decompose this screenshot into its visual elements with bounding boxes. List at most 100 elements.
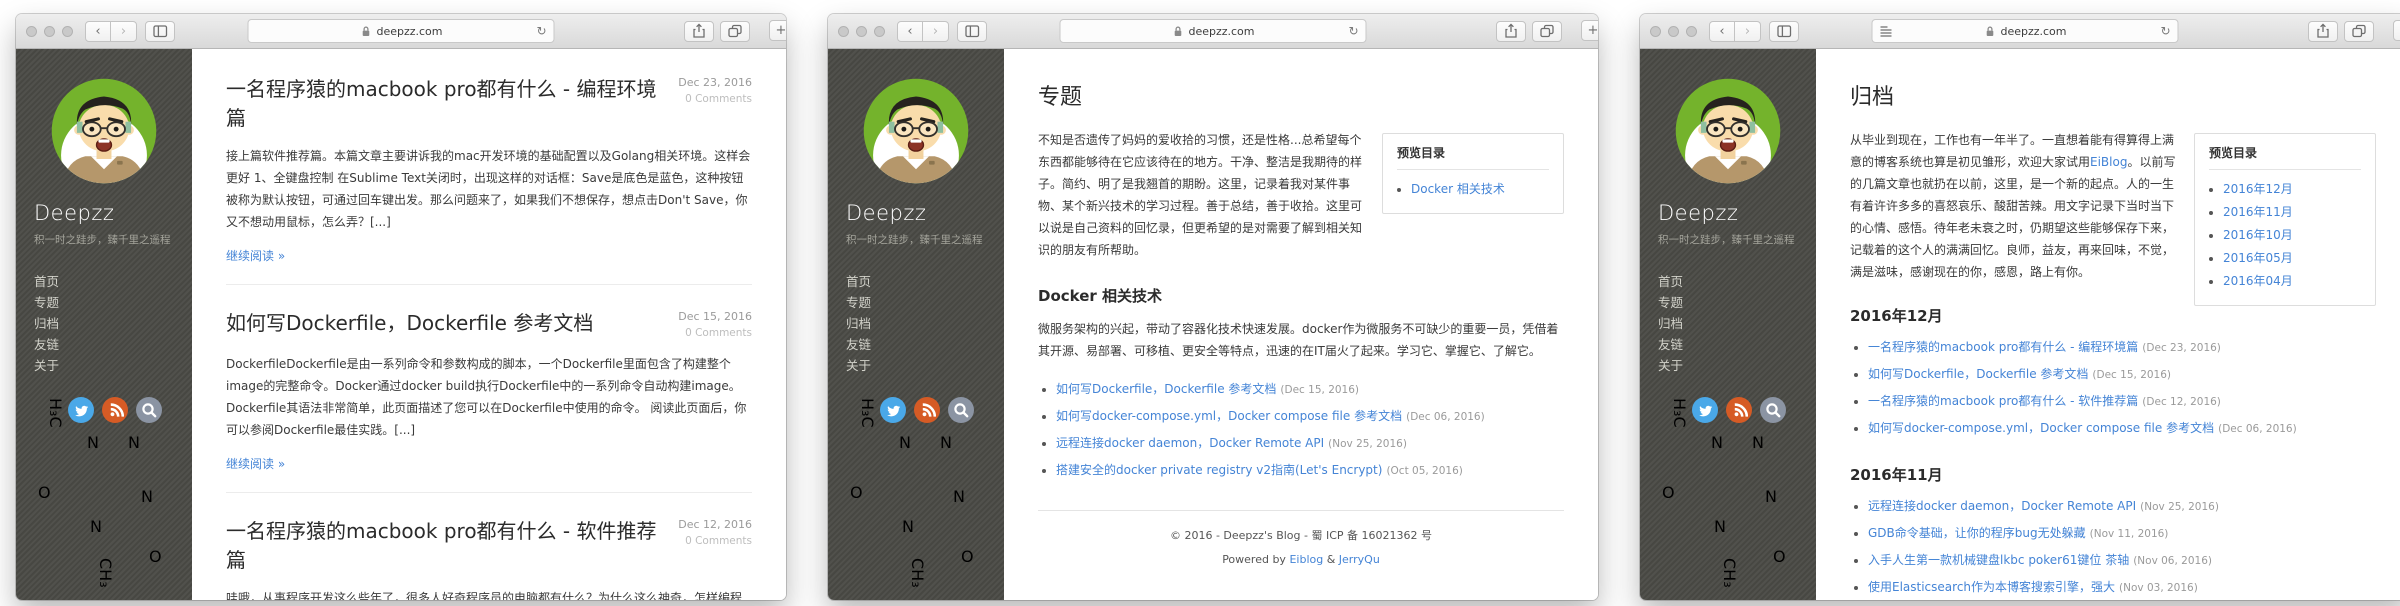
avatar[interactable] — [860, 75, 972, 187]
new-tab-button[interactable]: + — [769, 20, 786, 41]
post-date: (Nov 03, 2016) — [2119, 582, 2198, 594]
toc-link[interactable]: Docker 相关技术 — [1411, 182, 1505, 196]
toc-link[interactable]: 2016年05月 — [2223, 251, 2293, 265]
toc-link[interactable]: 2016年11月 — [2223, 205, 2293, 219]
post-link[interactable]: GDB命令基础，让你的程序bug无处躲藏 — [1868, 526, 2086, 540]
post-date: (Dec 06, 2016) — [1406, 411, 1485, 423]
sidebar-item-links[interactable]: 友链 — [1658, 334, 1816, 355]
blog-tagline: 积一时之跬步，臻千里之遥程 — [34, 232, 192, 247]
search-icon[interactable] — [1760, 397, 1786, 423]
sidebar-item-about[interactable]: 关于 — [1658, 355, 1816, 376]
refresh-icon[interactable]: ↻ — [2160, 24, 2170, 38]
eiblog-link[interactable]: EiBlog — [2090, 155, 2127, 169]
preview-toc: 预览目录 Docker 相关技术 — [1382, 133, 1564, 214]
post-link[interactable]: 搭建安全的docker private registry v2指南(Let's … — [1056, 463, 1382, 477]
toc-link[interactable]: 2016年10月 — [2223, 228, 2293, 242]
sidebar-item-home[interactable]: 首页 — [846, 271, 1004, 292]
toc-link[interactable]: 2016年04月 — [2223, 274, 2293, 288]
zoom-window-button[interactable] — [62, 26, 73, 37]
sidebar-toggle-button[interactable] — [145, 21, 175, 42]
month-heading: 2016年12月 — [1850, 305, 2376, 326]
zoom-window-button[interactable] — [874, 26, 885, 37]
zoom-window-button[interactable] — [1686, 26, 1697, 37]
sidebar-item-about[interactable]: 关于 — [846, 355, 1004, 376]
share-button[interactable] — [684, 21, 714, 42]
share-button[interactable] — [1496, 21, 1526, 42]
sidebar-item-links[interactable]: 友链 — [846, 334, 1004, 355]
jerryqu-link[interactable]: JerryQu — [1339, 553, 1380, 566]
read-more-link[interactable]: 继续阅读 » — [226, 247, 285, 264]
post-link[interactable]: 如何写docker-compose.yml，Docker compose fil… — [1868, 421, 2214, 435]
share-button[interactable] — [2308, 21, 2338, 42]
show-all-tabs-button[interactable] — [720, 21, 750, 42]
close-window-button[interactable] — [1650, 26, 1661, 37]
post-link[interactable]: 如何写Dockerfile，Dockerfile 参考文档 — [1868, 367, 2088, 381]
new-tab-button[interactable]: + — [2393, 20, 2400, 41]
minimize-window-button[interactable] — [44, 26, 55, 37]
minimize-window-button[interactable] — [1668, 26, 1679, 37]
post-link[interactable]: 远程连接docker daemon，Docker Remote API — [1056, 436, 1324, 450]
post-comments[interactable]: 0 Comments — [678, 535, 752, 547]
post-title[interactable]: 如何写Dockerfile，Dockerfile 参考文档 — [226, 307, 678, 336]
post-comments[interactable]: 0 Comments — [678, 93, 752, 105]
minimize-window-button[interactable] — [856, 26, 867, 37]
refresh-icon[interactable]: ↻ — [1348, 24, 1358, 38]
twitter-icon[interactable] — [880, 397, 906, 423]
sidebar-item-topics[interactable]: 专题 — [1658, 292, 1816, 313]
avatar[interactable] — [1672, 75, 1784, 187]
post-title[interactable]: 一名程序猿的macbook pro都有什么 - 软件推荐篇 — [226, 515, 678, 573]
search-icon[interactable] — [948, 397, 974, 423]
new-tab-button[interactable]: + — [1581, 20, 1598, 41]
post-link[interactable]: 一名程序猿的macbook pro都有什么 - 软件推荐篇 — [1868, 394, 2138, 408]
back-button[interactable]: ‹ — [85, 21, 111, 42]
sidebar-toggle-button[interactable] — [957, 21, 987, 42]
search-icon[interactable] — [136, 397, 162, 423]
sidebar-item-archives[interactable]: 归档 — [34, 313, 192, 334]
refresh-icon[interactable]: ↻ — [536, 24, 546, 38]
address-bar[interactable]: deepzz.com ↻ — [1872, 19, 2179, 43]
topics-page: 专题 预览目录 Docker 相关技术 不知是否遗传了妈妈的爱收拾的习惯，还是性… — [1004, 49, 1598, 600]
post-link[interactable]: 如何写Dockerfile，Dockerfile 参考文档 — [1056, 382, 1276, 396]
toc-link[interactable]: 2016年12月 — [2223, 182, 2293, 196]
sidebar-item-topics[interactable]: 专题 — [34, 292, 192, 313]
show-all-tabs-button[interactable] — [1532, 21, 1562, 42]
post-link[interactable]: 如何写docker-compose.yml，Docker compose fil… — [1056, 409, 1402, 423]
post-link[interactable]: 远程连接docker daemon，Docker Remote API — [1868, 499, 2136, 513]
rss-icon[interactable] — [914, 397, 940, 423]
post-comments[interactable]: 0 Comments — [678, 327, 752, 339]
post-link[interactable]: 入手人生第一款机械键盘lkbc poker61键位 茶轴 — [1868, 553, 2129, 567]
read-more-link[interactable]: 继续阅读 » — [226, 455, 285, 472]
post-date: (Dec 23, 2016) — [2142, 342, 2221, 354]
sidebar-item-links[interactable]: 友链 — [34, 334, 192, 355]
twitter-icon[interactable] — [1692, 397, 1718, 423]
post-link[interactable]: 使用Elasticsearch作为本博客搜索引擎，强大 — [1868, 580, 2115, 594]
sidebar-toggle-button[interactable] — [1769, 21, 1799, 42]
post-title[interactable]: 一名程序猿的macbook pro都有什么 - 编程环境篇 — [226, 73, 678, 131]
forward-button[interactable]: › — [923, 21, 949, 42]
avatar[interactable] — [48, 75, 160, 187]
address-bar[interactable]: deepzz.com ↻ — [248, 19, 555, 43]
post-link[interactable]: 一名程序猿的macbook pro都有什么 - 编程环境篇 — [1868, 340, 2138, 354]
rss-icon[interactable] — [102, 397, 128, 423]
sidebar-item-about[interactable]: 关于 — [34, 355, 192, 376]
forward-button[interactable]: › — [1735, 21, 1761, 42]
page-title: 归档 — [1850, 79, 2376, 111]
address-bar[interactable]: deepzz.com ↻ — [1060, 19, 1367, 43]
sidebar-item-topics[interactable]: 专题 — [846, 292, 1004, 313]
rss-icon[interactable] — [1726, 397, 1752, 423]
back-button[interactable]: ‹ — [1709, 21, 1735, 42]
sidebar-item-archives[interactable]: 归档 — [1658, 313, 1816, 334]
sidebar-item-archives[interactable]: 归档 — [846, 313, 1004, 334]
show-all-tabs-button[interactable] — [2344, 21, 2374, 42]
sidebar-item-home[interactable]: 首页 — [1658, 271, 1816, 292]
forward-button[interactable]: › — [111, 21, 137, 42]
back-button[interactable]: ‹ — [897, 21, 923, 42]
close-window-button[interactable] — [26, 26, 37, 37]
close-window-button[interactable] — [838, 26, 849, 37]
sidebar-item-home[interactable]: 首页 — [34, 271, 192, 292]
eiblog-link[interactable]: Eiblog — [1289, 553, 1323, 566]
toc-item: 2016年05月 — [2223, 247, 2361, 270]
post-date: (Nov 25, 2016) — [1328, 438, 1407, 450]
twitter-icon[interactable] — [68, 397, 94, 423]
reader-mode-icon[interactable] — [1880, 24, 1893, 38]
